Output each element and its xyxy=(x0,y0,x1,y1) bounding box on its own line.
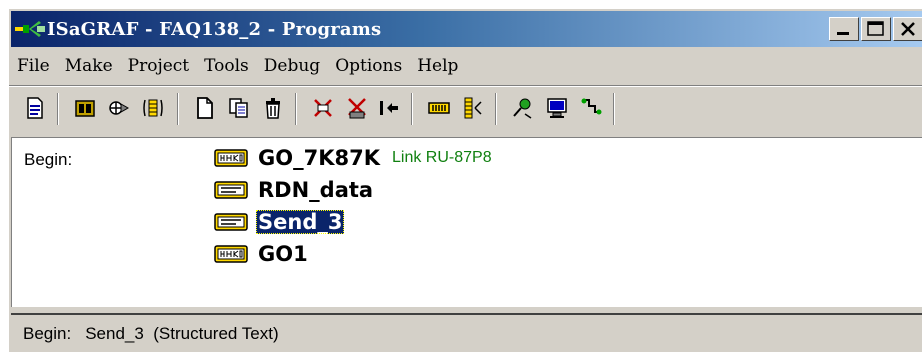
menu-options[interactable]: Options xyxy=(327,56,409,76)
program-link-text: Link RU-87P8 xyxy=(391,149,492,166)
program-item-go-7k87k[interactable]: GO_7K87K Link RU-87P8 xyxy=(214,144,492,172)
toolbar-separator xyxy=(57,93,59,125)
menu-separator xyxy=(9,85,922,87)
status-text: Send_3 (Structured Text) xyxy=(85,324,279,343)
program-name: GO_7K87K xyxy=(258,146,380,170)
debug-link-icon[interactable] xyxy=(509,94,537,122)
delete-program-icon[interactable] xyxy=(259,94,287,122)
menu-bar: File Make Project Tools Debug Options He… xyxy=(11,49,921,83)
menu-project[interactable]: Project xyxy=(120,56,196,76)
page-properties-icon[interactable] xyxy=(21,94,49,122)
menu-debug[interactable]: Debug xyxy=(256,56,327,76)
section-label-begin: Begin: xyxy=(24,150,73,169)
program-item-send-3[interactable]: Send_3 xyxy=(214,208,345,236)
program-list-pane[interactable]: Begin: GO_7K87K Link RU-87P8 RDN_data Se… xyxy=(11,137,922,307)
structured-text-program-icon xyxy=(214,181,248,199)
io-connection-icon[interactable] xyxy=(139,94,167,122)
simulate-icon[interactable] xyxy=(309,94,337,122)
monitor-icon[interactable] xyxy=(543,94,571,122)
menu-file[interactable]: File xyxy=(11,56,57,76)
isagraf-app-icon[interactable] xyxy=(13,17,47,41)
program-name: RDN_data xyxy=(258,178,374,202)
toolbar-separator xyxy=(177,93,179,125)
menu-make[interactable]: Make xyxy=(57,56,120,76)
window-title: ISaGRAF - FAQ138_2 - Programs xyxy=(47,18,382,40)
code-generator-icon[interactable] xyxy=(577,94,605,122)
status-bar: Begin: Send_3 (Structured Text) xyxy=(11,313,922,352)
status-section-label: Begin: xyxy=(23,324,72,343)
program-item-go1[interactable]: GO1 xyxy=(214,240,310,268)
toolbar-separator xyxy=(411,93,413,125)
menu-tools[interactable]: Tools xyxy=(196,56,256,76)
dictionary-icon[interactable] xyxy=(71,94,99,122)
ladder-program-icon xyxy=(214,245,248,263)
variables-icon[interactable] xyxy=(459,94,487,122)
maximize-button[interactable] xyxy=(861,17,891,41)
stop-icon[interactable] xyxy=(343,94,371,122)
program-name: GO1 xyxy=(258,242,308,266)
move-program-icon[interactable] xyxy=(375,94,403,122)
close-button[interactable] xyxy=(893,17,922,41)
menu-help[interactable]: Help xyxy=(409,56,465,76)
structured-text-program-icon xyxy=(214,213,248,231)
ladder-program-icon xyxy=(214,149,248,167)
isagraf-window: ISaGRAF - FAQ138_2 - Programs File Make … xyxy=(8,8,922,352)
toolbar-separator xyxy=(495,93,497,125)
new-program-icon[interactable] xyxy=(191,94,219,122)
title-bar[interactable]: ISaGRAF - FAQ138_2 - Programs xyxy=(11,11,922,47)
copy-program-icon[interactable] xyxy=(225,94,253,122)
io-library-icon[interactable] xyxy=(425,94,453,122)
program-name-selected: Send_3 xyxy=(256,210,345,234)
toolbar-separator xyxy=(295,93,297,125)
program-item-rdn-data[interactable]: RDN_data xyxy=(214,176,375,204)
minimize-button[interactable] xyxy=(829,17,859,41)
compile-icon[interactable] xyxy=(105,94,133,122)
toolbar xyxy=(11,89,922,129)
toolbar-separator xyxy=(613,93,615,125)
